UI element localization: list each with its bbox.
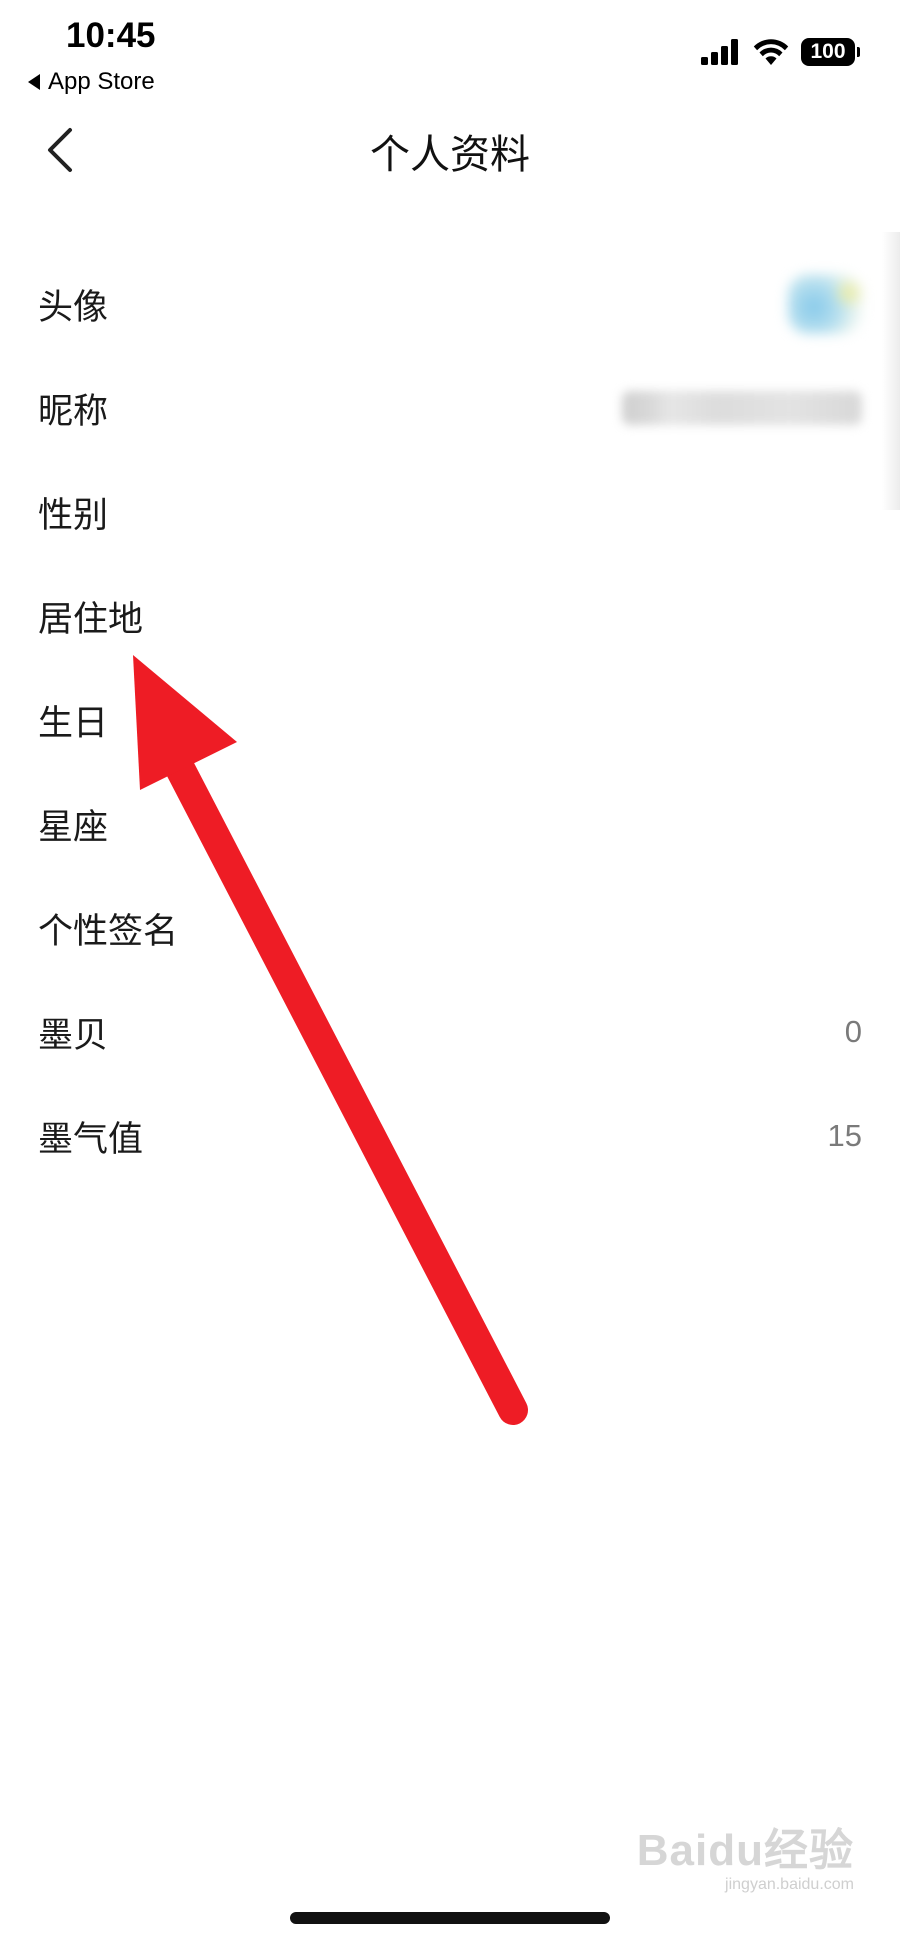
watermark-url: jingyan.baidu.com: [725, 1876, 854, 1893]
row-label: 生日: [38, 703, 109, 744]
row-moqi-value[interactable]: 墨气值 15: [0, 1084, 900, 1188]
row-nickname[interactable]: 昵称: [0, 356, 900, 460]
battery-cap: [857, 47, 860, 57]
battery-level: 100: [801, 38, 855, 66]
avatar: [788, 274, 862, 334]
back-to-app-store[interactable]: App Store: [28, 68, 155, 96]
row-label: 墨贝: [38, 1015, 109, 1056]
row-residence[interactable]: 居住地: [0, 564, 900, 668]
watermark: Baidu经验 jingyan.baidu.com: [637, 1814, 854, 1894]
row-value: 15: [827, 1118, 862, 1153]
row-label: 墨气值: [38, 1119, 144, 1160]
row-mobei[interactable]: 墨贝 0: [0, 980, 900, 1084]
wifi-icon: [753, 39, 789, 65]
home-indicator[interactable]: [290, 1912, 610, 1924]
row-label: 居住地: [38, 599, 144, 640]
row-gender[interactable]: 性别: [0, 460, 900, 564]
row-label: 星座: [38, 807, 109, 848]
row-label: 昵称: [38, 391, 109, 432]
row-avatar[interactable]: 头像: [0, 252, 900, 356]
row-label: 头像: [38, 287, 109, 328]
back-to-app-label: App Store: [48, 68, 155, 95]
row-zodiac[interactable]: 星座: [0, 772, 900, 876]
status-time: 10:45: [66, 16, 156, 55]
profile-list: 头像 昵称 性别 居住地 生日 星座 个性签名 墨贝 0 墨气值 15: [0, 252, 900, 1188]
row-value: 0: [844, 1014, 862, 1049]
page-title: 个人资料: [370, 132, 530, 178]
nickname-value-blurred: [622, 391, 862, 425]
status-bar: 10:45 App Store 100: [0, 0, 900, 100]
row-label: 性别: [38, 495, 109, 536]
row-signature[interactable]: 个性签名: [0, 876, 900, 980]
watermark-logo: Baidu经验: [636, 1826, 854, 1875]
status-icons: 100: [701, 38, 860, 66]
back-triangle-icon: [28, 74, 40, 90]
profile-screen: 10:45 App Store 100 个人资料 头像 昵称 性别 居住地 生日…: [0, 0, 900, 1940]
nav-bar: 个人资料: [0, 100, 900, 200]
cellular-signal-icon: [701, 39, 738, 65]
row-label: 个性签名: [38, 911, 179, 952]
row-birthday[interactable]: 生日: [0, 668, 900, 772]
battery-indicator: 100: [801, 38, 860, 66]
